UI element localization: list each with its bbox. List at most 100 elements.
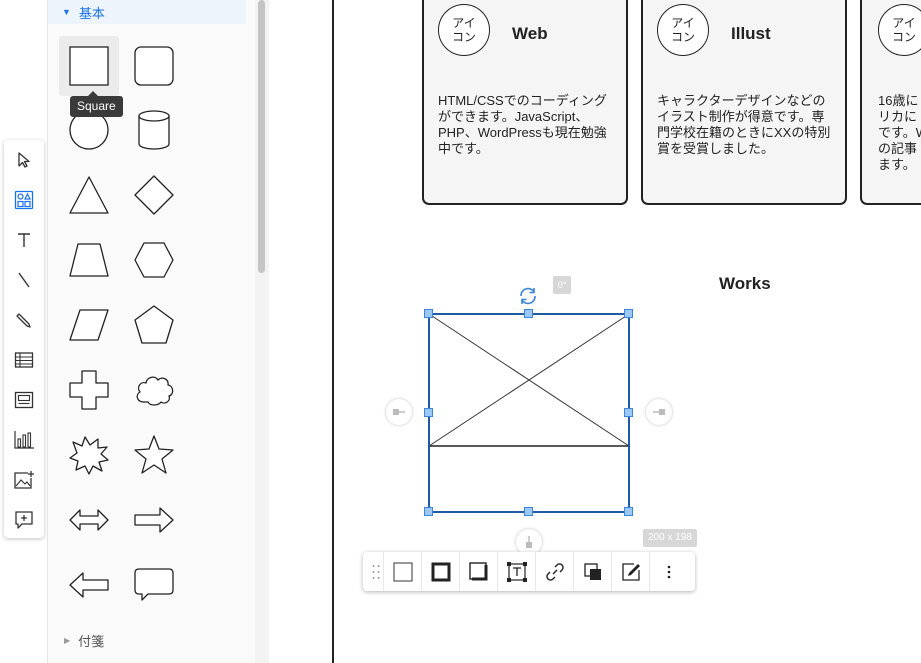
pen-tool[interactable]: [4, 300, 44, 340]
layer-order-icon: [583, 562, 601, 580]
shape-rounded-square[interactable]: [124, 36, 184, 96]
square-icon: [69, 46, 109, 86]
shape-cloud[interactable]: [124, 360, 184, 420]
avatar-placeholder: アイ コン: [657, 4, 709, 56]
text-tool[interactable]: [4, 220, 44, 260]
pentagon-icon: [134, 305, 174, 344]
resize-handle-ne[interactable]: [624, 309, 633, 318]
connector-handle-left[interactable]: [386, 399, 412, 425]
section-sticky-header[interactable]: ▶ 付箋: [48, 628, 246, 652]
card-description: 16歳に リカに です。W の記事 ます。: [878, 93, 921, 172]
card-title: Web: [512, 24, 548, 43]
text-box-button[interactable]: [497, 552, 535, 591]
trapezoid-icon: [69, 243, 109, 277]
resize-handle-se[interactable]: [624, 507, 633, 516]
double-arrow-icon: [69, 509, 109, 531]
rounded-square-icon: [134, 46, 174, 86]
fill-button[interactable]: [383, 552, 421, 591]
select-tool[interactable]: [4, 140, 44, 180]
more-vertical-icon: [667, 565, 670, 578]
edit-image-icon: [621, 562, 640, 581]
shape-parallelogram[interactable]: [59, 295, 119, 355]
skill-card-web[interactable]: アイ コン Web HTML/CSSでのコーディングができます。JavaScri…: [422, 0, 628, 205]
expand-arrow-icon: ▼: [62, 7, 71, 17]
cross-icon: [69, 370, 109, 410]
works-heading: Works: [719, 274, 771, 293]
more-options-button[interactable]: [649, 552, 687, 591]
resize-handle-s[interactable]: [524, 507, 533, 516]
shape-triangle[interactable]: [59, 165, 119, 225]
context-toolbar: [363, 552, 695, 591]
frame-tool[interactable]: [4, 380, 44, 420]
connector-handle-right[interactable]: [646, 399, 672, 425]
shadow-button[interactable]: [459, 552, 497, 591]
rotation-angle-badge: 0°: [553, 276, 571, 294]
shape-speech-bubble[interactable]: [124, 555, 184, 615]
tooltip: Square: [70, 91, 123, 117]
line-icon: [18, 272, 30, 288]
shape-square[interactable]: [59, 36, 119, 96]
rotate-handle[interactable]: [517, 285, 539, 307]
parallelogram-icon: [69, 309, 109, 341]
shape-left-arrow[interactable]: [59, 555, 119, 615]
line-tool[interactable]: [4, 260, 44, 300]
fill-style-icon: [392, 561, 413, 582]
pencil-icon: [16, 313, 31, 328]
shapes-tool[interactable]: [4, 180, 44, 220]
hexagon-icon: [134, 242, 174, 278]
shape-explosion[interactable]: [59, 425, 119, 485]
table-icon: [14, 352, 34, 368]
resize-handle-sw[interactable]: [424, 507, 433, 516]
cylinder-icon: [138, 110, 170, 150]
image-placeholder[interactable]: [428, 313, 630, 513]
text-icon: [18, 233, 30, 247]
resize-handle-e[interactable]: [624, 408, 633, 417]
edit-image-button[interactable]: [611, 552, 649, 591]
skill-card-third[interactable]: アイ コン 16歳に リカに です。W の記事 ます。: [860, 0, 921, 205]
section-basic-header[interactable]: ▼ 基本: [48, 0, 246, 24]
skill-card-illust[interactable]: アイ コン Illust キャラクターデザインなどのイラスト制作が得意です。専門…: [641, 0, 847, 205]
tool-rail: [4, 140, 44, 538]
resize-handle-n[interactable]: [524, 309, 533, 318]
shape-hexagon[interactable]: [124, 230, 184, 290]
panel-scrollbar[interactable]: [255, 0, 269, 663]
right-arrow-icon: [134, 507, 174, 533]
drag-grip-icon[interactable]: [371, 563, 381, 581]
chart-tool[interactable]: [4, 420, 44, 460]
collapse-arrow-icon: ▶: [64, 635, 71, 645]
page-border: [332, 0, 334, 663]
size-badge: 200 x 198: [643, 529, 697, 547]
add-image-icon: [14, 471, 34, 489]
connector-icon: [653, 409, 665, 415]
shape-diamond[interactable]: [124, 165, 184, 225]
avatar-placeholder: アイ コン: [878, 4, 921, 56]
section-sticky-label: 付箋: [78, 633, 105, 649]
explosion-icon: [69, 436, 109, 475]
comment-tool[interactable]: [4, 500, 44, 540]
table-tool[interactable]: [4, 340, 44, 380]
diamond-icon: [134, 175, 174, 215]
star-icon: [134, 435, 174, 474]
shape-pentagon[interactable]: [124, 295, 184, 355]
shape-star[interactable]: [124, 425, 184, 485]
link-button[interactable]: [535, 552, 573, 591]
border-button[interactable]: [421, 552, 459, 591]
resize-handle-w[interactable]: [424, 408, 433, 417]
bar-chart-icon: [14, 431, 34, 449]
shape-right-arrow[interactable]: [124, 490, 184, 550]
image-tool[interactable]: [4, 460, 44, 500]
shape-double-arrow[interactable]: [59, 490, 119, 550]
shape-trapezoid[interactable]: [59, 230, 119, 290]
card-title: Illust: [731, 24, 771, 43]
arrange-button[interactable]: [573, 552, 611, 591]
shape-cylinder[interactable]: [124, 100, 184, 160]
section-basic-label: 基本: [78, 5, 105, 21]
rotate-icon: [520, 287, 536, 305]
add-comment-icon: [15, 511, 33, 529]
cloud-icon: [136, 376, 174, 406]
shape-cross[interactable]: [59, 360, 119, 420]
connector-icon: [526, 536, 532, 548]
scrollbar-thumb[interactable]: [258, 0, 265, 273]
resize-handle-nw[interactable]: [424, 309, 433, 318]
left-arrow-icon: [69, 572, 109, 598]
